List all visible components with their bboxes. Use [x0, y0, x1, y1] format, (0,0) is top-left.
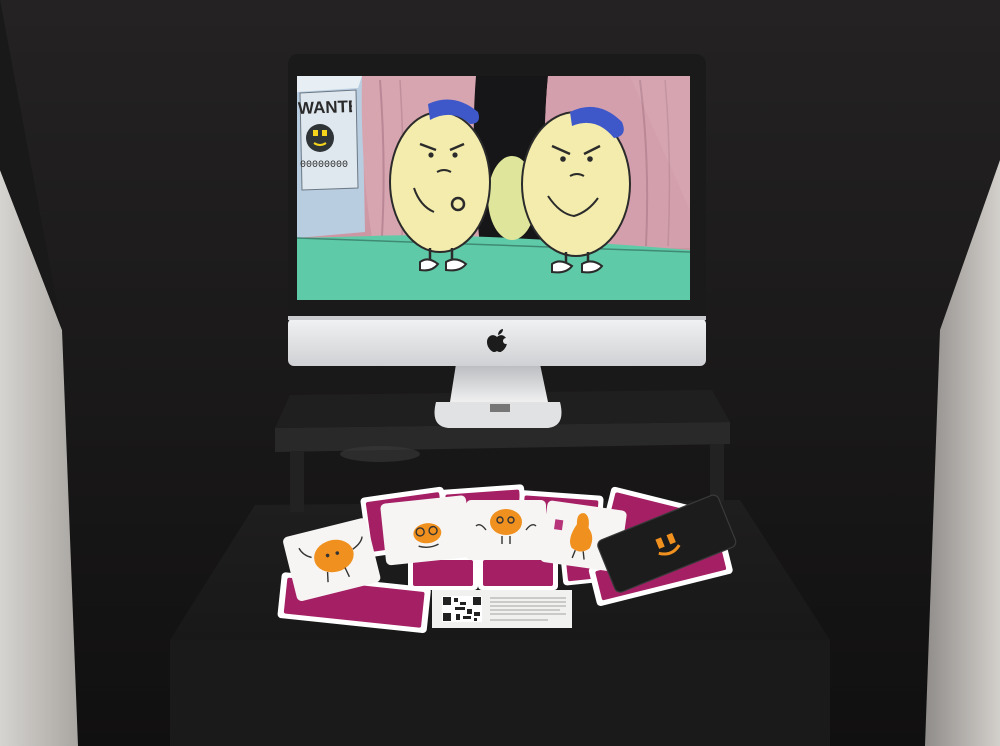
- wanted-poster-title: WANTED: [297, 97, 353, 118]
- monitor-screen: [296, 76, 691, 300]
- qr-code-icon: [442, 596, 482, 622]
- character-card: [380, 495, 472, 566]
- scene-drawing: [0, 0, 1000, 746]
- wanted-poster-reward: 00000000: [300, 160, 349, 171]
- monitor-stand: [450, 364, 548, 402]
- photo-scene: WANTED 00000000: [0, 0, 1000, 746]
- info-placard: [432, 590, 572, 628]
- character-card: [466, 500, 546, 560]
- wanted-poster-face-icon: [306, 124, 334, 152]
